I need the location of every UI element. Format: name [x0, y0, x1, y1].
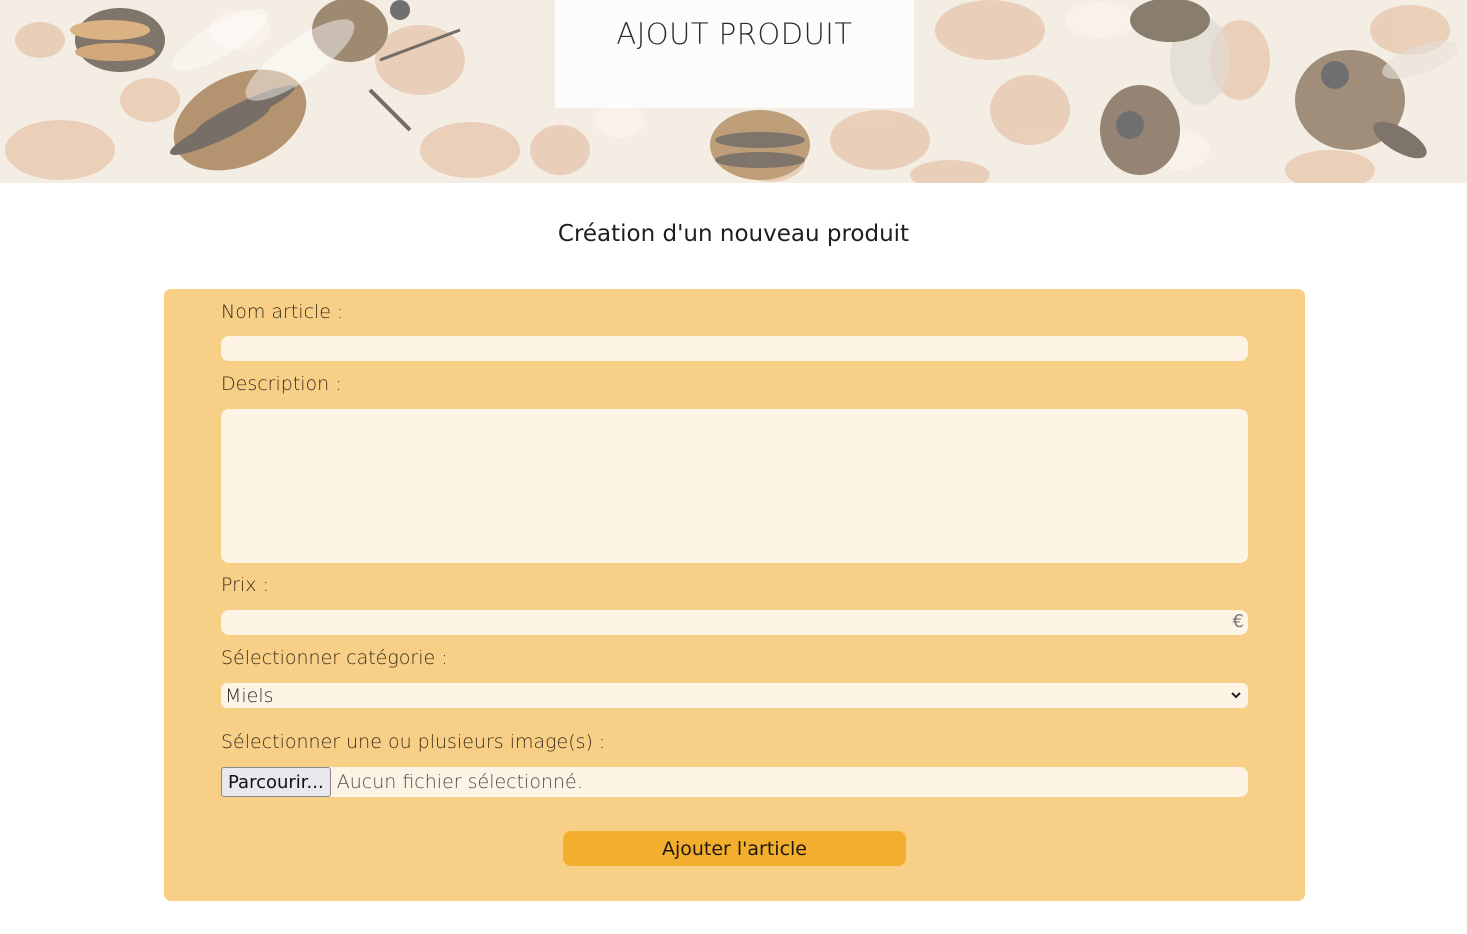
- category-label: Sélectionner catégorie :: [221, 647, 448, 669]
- banner-title-box: AJOUT PRODUIT: [555, 0, 914, 108]
- images-label: Sélectionner une ou plusieurs image(s) :: [221, 731, 606, 753]
- euro-suffix: €: [1232, 611, 1244, 632]
- header-banner: AJOUT PRODUIT: [0, 0, 1467, 183]
- file-status-text: Aucun fichier sélectionné.: [336, 771, 583, 793]
- page-subtitle: Création d'un nouveau produit: [557, 221, 910, 247]
- name-input[interactable]: [221, 336, 1248, 361]
- banner-title: AJOUT PRODUIT: [616, 17, 853, 51]
- name-label: Nom article :: [221, 301, 344, 323]
- chevron-down-icon: [1231, 692, 1241, 699]
- browse-button[interactable]: Parcourir...: [221, 767, 331, 797]
- price-label: Prix :: [221, 574, 269, 596]
- description-textarea[interactable]: [221, 409, 1248, 563]
- price-input[interactable]: €: [221, 610, 1248, 635]
- category-select[interactable]: Miels: [221, 683, 1248, 708]
- description-label: Description :: [221, 373, 342, 395]
- category-selected-value: Miels: [225, 684, 274, 707]
- add-product-form: Nom article : Description : Prix : € Sél…: [164, 289, 1305, 901]
- submit-button[interactable]: Ajouter l'article: [563, 831, 906, 866]
- image-file-input[interactable]: Parcourir... Aucun fichier sélectionné.: [221, 767, 1248, 797]
